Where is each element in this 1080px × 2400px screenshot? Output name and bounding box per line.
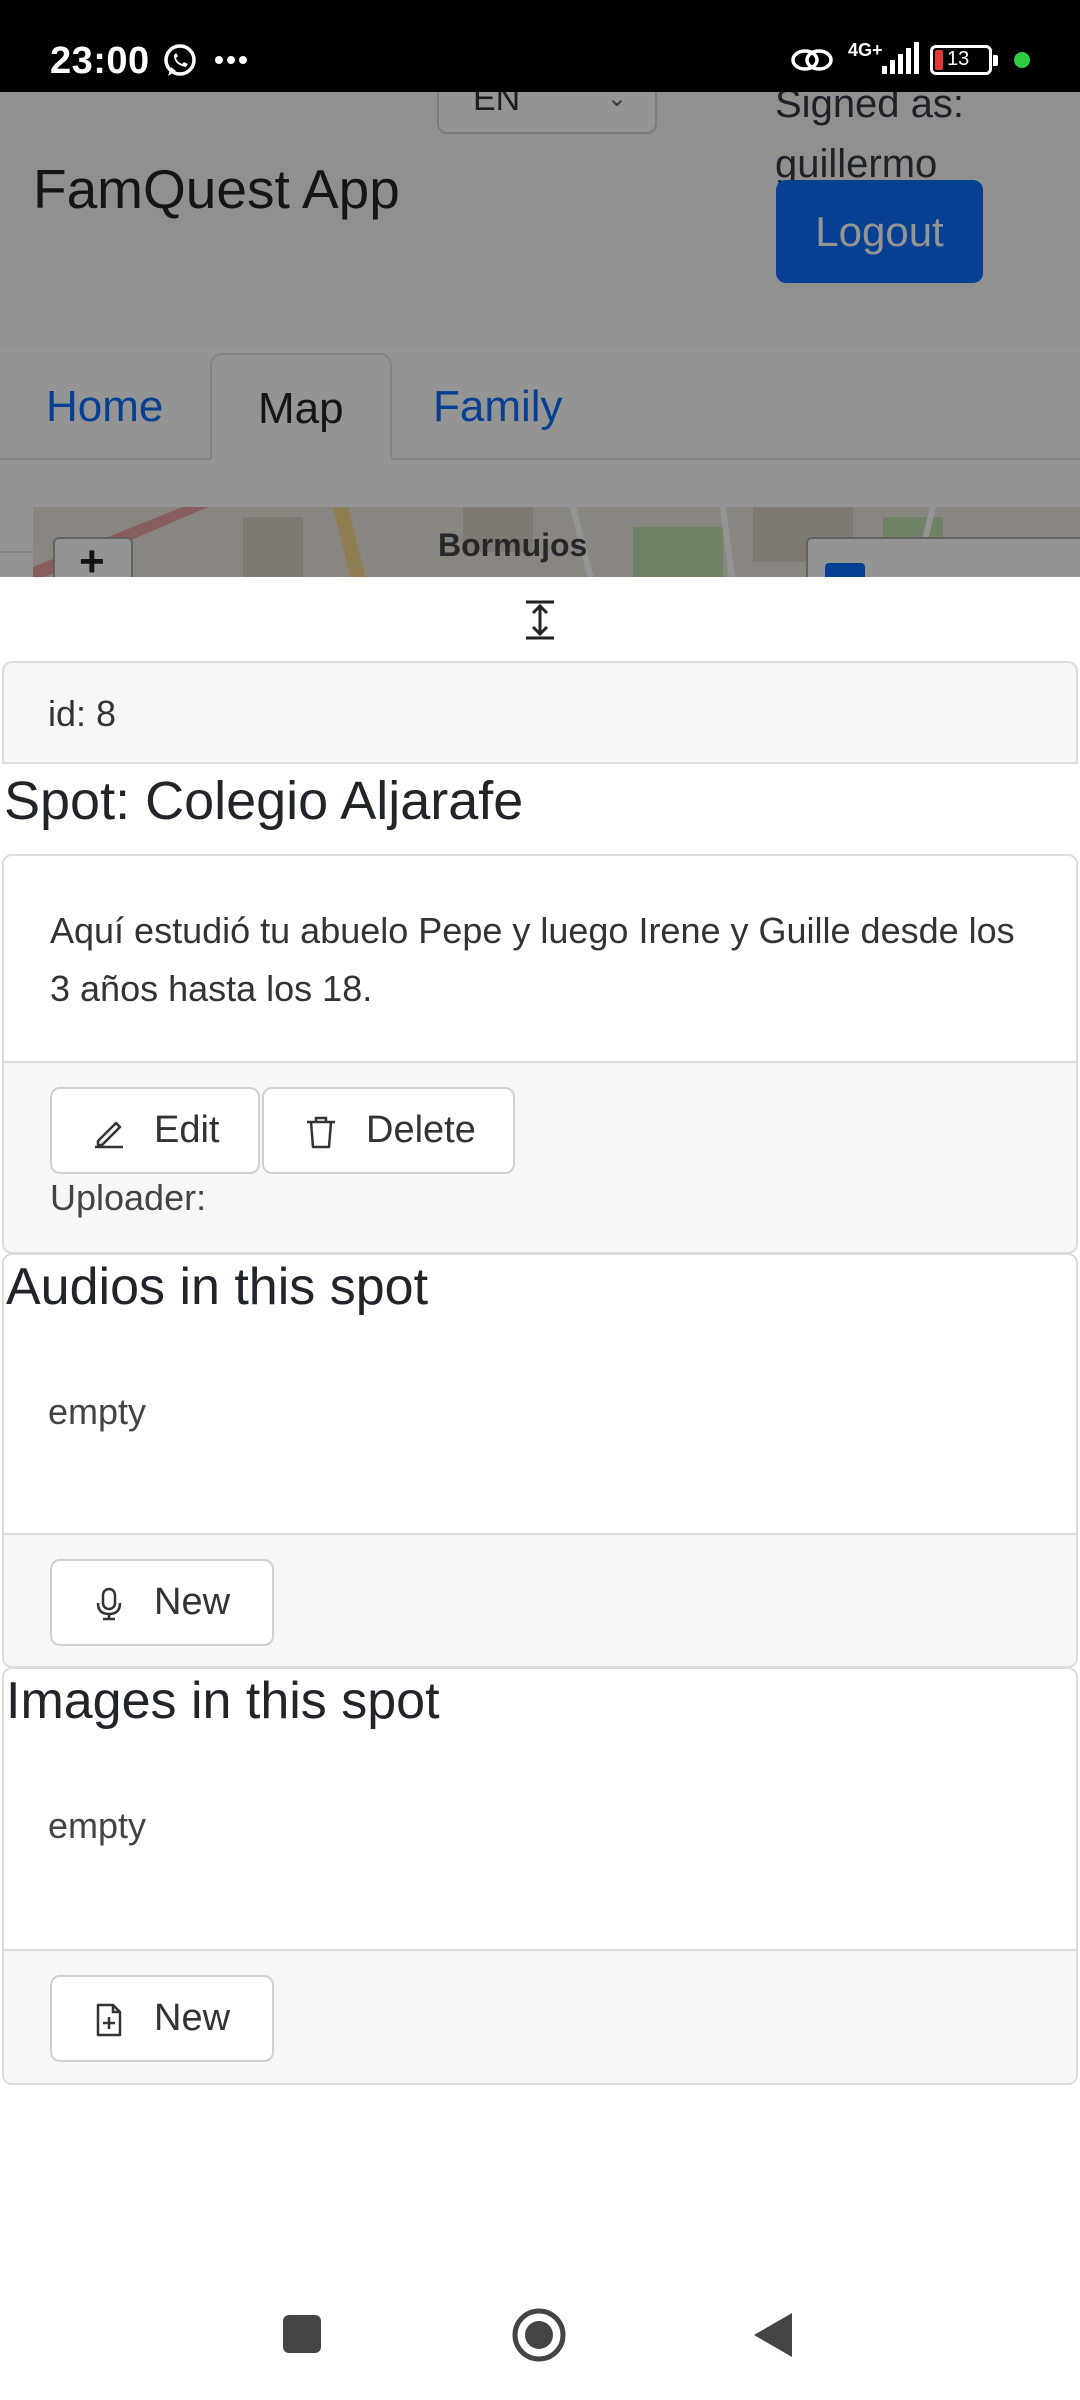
resize-handle-icon[interactable] (520, 597, 560, 643)
images-empty-text: empty (48, 1805, 147, 1846)
new-image-button[interactable]: New (50, 1975, 274, 2062)
system-nav-bar (0, 2265, 1080, 2400)
uploader-label: Uploader: (50, 1177, 207, 1218)
pencil-icon (95, 1121, 123, 1149)
spot-detail-sheet: id: 8 Spot: Colegio Aljarafe Aquí estudi… (0, 577, 1080, 2265)
images-title: Images in this spot (6, 1672, 440, 1730)
network-type-label: 4G+ (848, 40, 883, 60)
audios-card: Audios in this spot empty New (2, 1253, 1078, 1668)
spot-id: id: 8 (2, 661, 1078, 764)
edit-button-label: Edit (154, 1109, 220, 1151)
back-button[interactable] (752, 2311, 794, 2359)
images-card: Images in this spot empty New (2, 1667, 1078, 2085)
microphone-icon (96, 1587, 122, 1621)
background-page: EN ⌄ Signed as: guillermo FamQuest App L… (0, 92, 1080, 577)
edit-button[interactable]: Edit (50, 1087, 260, 1174)
audios-footer: New (4, 1533, 1076, 1666)
images-footer: New (4, 1949, 1076, 2083)
images-body: Images in this spot empty (4, 1669, 1076, 1949)
new-audio-button[interactable]: New (50, 1559, 274, 1646)
battery-icon: 13 (930, 45, 998, 75)
spot-description-body: Aquí estudió tu abuelo Pepe y luego Iren… (4, 856, 1076, 1061)
file-plus-icon (96, 2003, 122, 2037)
trash-icon (307, 1116, 335, 1149)
audios-body: Audios in this spot empty (4, 1255, 1076, 1533)
signal-icon (882, 42, 919, 74)
hotspot-link-icon (791, 49, 833, 71)
status-bar: 23:00 4G+ 13 (0, 0, 1080, 92)
whatsapp-icon (164, 44, 196, 76)
home-button[interactable] (511, 2307, 567, 2363)
privacy-indicator-dot (1014, 52, 1030, 68)
status-time: 23:00 (50, 40, 150, 82)
battery-level: 13 (947, 48, 970, 70)
modal-backdrop[interactable] (0, 92, 1080, 577)
new-image-button-label: New (154, 1997, 231, 2039)
spot-title: Spot: Colegio Aljarafe (4, 771, 524, 831)
audios-title: Audios in this spot (6, 1258, 429, 1316)
spot-description-card: Aquí estudió tu abuelo Pepe y luego Iren… (2, 854, 1078, 1254)
delete-button[interactable]: Delete (262, 1087, 515, 1174)
recents-button[interactable] (283, 2315, 321, 2353)
new-audio-button-label: New (154, 1581, 231, 1623)
spot-description: Aquí estudió tu abuelo Pepe y luego Iren… (50, 910, 1015, 1009)
audios-empty-text: empty (48, 1391, 147, 1432)
more-dots-icon (215, 56, 247, 64)
spot-actions-footer: Edit Delete Uploader: (4, 1061, 1076, 1252)
delete-button-label: Delete (366, 1109, 476, 1151)
